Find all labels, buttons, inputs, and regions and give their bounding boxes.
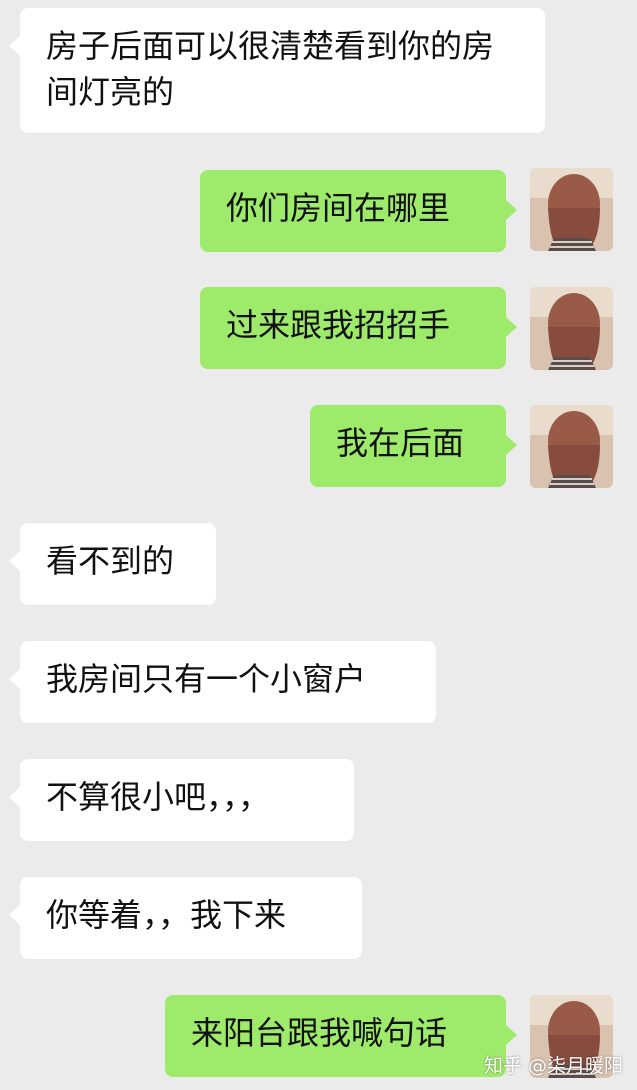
message-text: 我在后面 [336, 424, 465, 462]
user-avatar-icon[interactable] [530, 405, 613, 488]
outgoing-message-bubble[interactable]: 你们房间在哪里 [200, 170, 517, 252]
message-text: 你等着，，我下来 [46, 896, 287, 934]
watermark: 知乎 @柒月暖阳 [483, 1055, 623, 1077]
incoming-message-bubble[interactable]: 房子后面可以很清楚看到你的房间灯亮的 [9, 8, 545, 133]
user-avatar-icon[interactable] [530, 287, 613, 370]
message-text: 看不到的 [46, 542, 175, 580]
message-text: 房子后面可以很清楚看到你的房间灯亮的 [46, 27, 495, 111]
message-text: 你们房间在哪里 [226, 189, 451, 227]
outgoing-message-bubble[interactable]: 过来跟我招招手 [200, 287, 517, 369]
message-text: 过来跟我招招手 [226, 306, 451, 344]
message-text: 不算很小吧，，， [46, 778, 271, 816]
outgoing-message-bubble[interactable]: 我在后面 [310, 405, 517, 487]
incoming-message-bubble[interactable]: 我房间只有一个小窗户 [9, 641, 436, 723]
message-text: 来阳台跟我喊句话 [191, 1014, 448, 1052]
outgoing-message-bubble[interactable]: 来阳台跟我喊句话 [165, 995, 517, 1077]
user-avatar-icon[interactable] [530, 168, 613, 251]
incoming-message-bubble[interactable]: 看不到的 [9, 523, 216, 605]
incoming-message-bubble[interactable]: 不算很小吧，，， [9, 759, 354, 841]
message-text: 我房间只有一个小窗户 [46, 660, 367, 698]
incoming-message-bubble[interactable]: 你等着，，我下来 [9, 877, 362, 959]
